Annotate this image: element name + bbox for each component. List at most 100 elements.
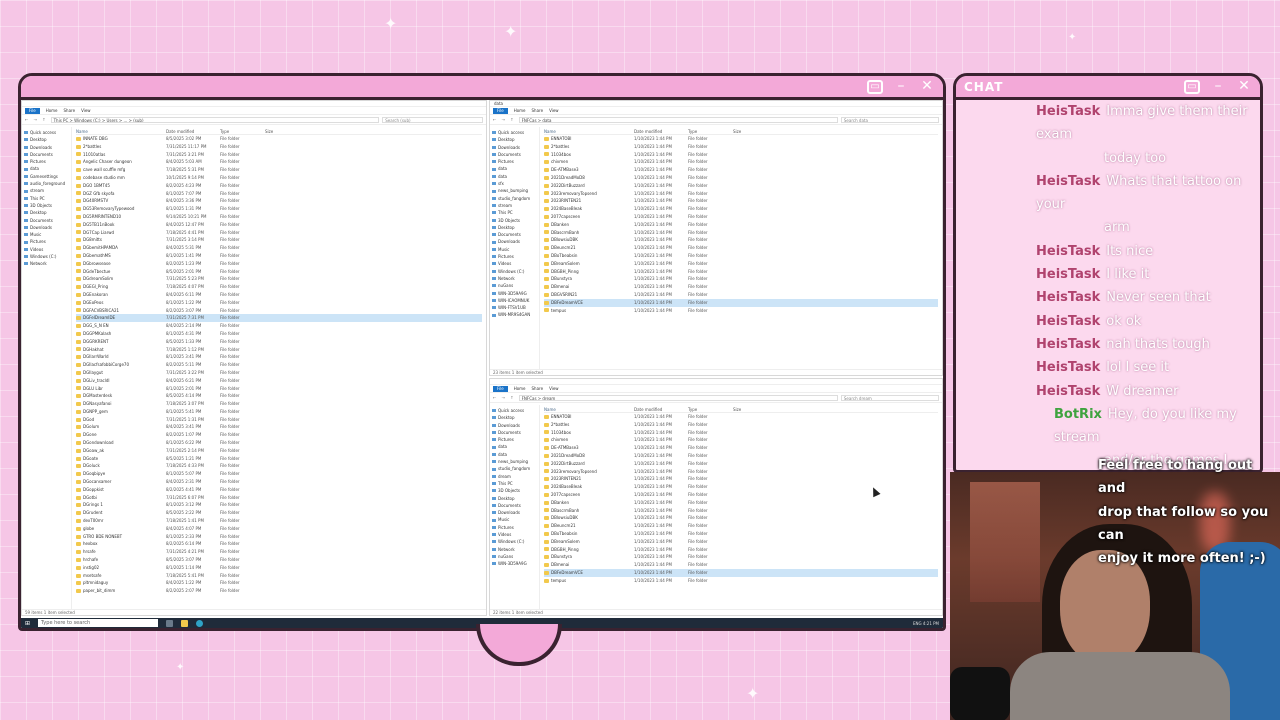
file-row[interactable]: DBoTbeabsin 1/10/2023 1:44 PM File folder (544, 252, 938, 260)
file-row[interactable]: DGrings 1 8/1/2025 3:12 PM File folder (76, 501, 482, 509)
nav-item[interactable]: Desktop (492, 495, 537, 502)
column-header[interactable]: Size (733, 406, 763, 412)
ribbon-tab-view[interactable]: View (549, 108, 559, 113)
nav-item[interactable]: 3D Objects (24, 202, 69, 209)
nav-item[interactable]: Network (492, 546, 537, 553)
file-row[interactable]: paper_bit_dimm 8/2/2025 2:07 PM File folde… (76, 587, 482, 595)
column-header[interactable]: Type (220, 128, 265, 134)
file-row[interactable]: pltmnidaguy 8/4/2025 1:22 PM File folder (76, 579, 482, 587)
file-row[interactable]: DGrudent 8/5/2025 2:22 PM File folder (76, 509, 482, 517)
column-header[interactable]: Date modified (634, 128, 688, 134)
nav-item[interactable]: Downloads (492, 509, 537, 516)
file-row[interactable]: DGEGl_Pring 7/18/2025 4:07 PM File folder (76, 283, 482, 291)
nav-arrows-icon[interactable]: ← → ↑ (493, 117, 516, 122)
file-row[interactable]: instig02 8/1/2025 1:14 PM File folder (76, 564, 482, 572)
nav-item[interactable]: stream (24, 187, 69, 194)
file-row[interactable]: globe 8/4/2025 4:07 PM File folder (76, 525, 482, 533)
file-row[interactable]: dexT00mr 7/18/2025 1:41 PM File folder (76, 517, 482, 525)
nav-item[interactable]: nuGans (492, 282, 537, 289)
browser-icon[interactable] (196, 619, 204, 627)
taskbar-search-input[interactable]: Type here to search (38, 619, 159, 627)
file-row[interactable]: DGG_S_N EN 8/4/2025 2:14 PM File folder (76, 322, 482, 330)
nav-item[interactable]: Documents (492, 231, 537, 238)
file-row[interactable]: DBmenai 1/10/2023 1:44 PM File folder (544, 283, 938, 291)
start-icon[interactable]: ⊞ (25, 620, 30, 627)
file-row[interactable]: DGEoPeos 8/1/2025 1:22 PM File folder (76, 299, 482, 307)
file-row[interactable]: DGEnakoran 8/4/2025 6:11 PM File folder (76, 291, 482, 299)
nav-item[interactable]: This PC (24, 195, 69, 202)
nav-item[interactable]: Desktop (24, 136, 69, 143)
ribbon-tab-file[interactable]: File (493, 107, 508, 114)
nav-item[interactable]: Documents (24, 151, 69, 158)
file-row[interactable]: DGoppkist 8/2/2025 4:41 PM File folder (76, 486, 482, 494)
nav-item[interactable]: WIN-3D59A9G (492, 560, 537, 567)
file-row[interactable]: DGoaw_ak 7/31/2025 2:14 PM File folder (76, 447, 482, 455)
file-row[interactable]: DBFeDreamVCE 1/10/2023 1:44 PM File folder (544, 568, 938, 577)
file-row[interactable]: DBFeDreamVCE 1/10/2023 1:44 PM File folder (544, 298, 938, 307)
file-row[interactable]: DBoTbeabsin 1/10/2023 1:44 PM File folder (544, 530, 938, 538)
file-row[interactable]: 2023RINTEN21 1/10/2023 1:44 PM File folder (544, 197, 938, 205)
file-row[interactable]: ENNATOBI 1/10/2023 1:44 PM File folder (544, 413, 938, 421)
file-row[interactable]: DBeuncm21 1/10/2023 1:44 PM File folder (544, 244, 938, 252)
file-row[interactable]: DGIlarrWarld 8/1/2025 3:41 PM File folder (76, 353, 482, 361)
file-row[interactable]: DGoate 8/5/2025 1:21 PM File folder (76, 455, 482, 463)
file-row[interactable]: 2*battles 1/10/2023 1:44 PM File folder (544, 143, 938, 151)
file-row[interactable]: ENNATOBI 1/10/2023 1:44 PM File folder (544, 135, 938, 143)
file-row[interactable]: DE-ATMBase3 1/10/2023 1:44 PM File folder (544, 166, 938, 174)
file-row[interactable]: DGMasterdesk 8/5/2025 4:14 PM File folder (76, 392, 482, 400)
file-row[interactable]: DGone 8/2/2025 1:07 PM File folder (76, 431, 482, 439)
file-row[interactable]: DGLiv_tracldl 8/4/2025 6:21 PM File folder (76, 377, 482, 385)
path-field[interactable]: FNFCas > data (518, 116, 838, 123)
nav-item[interactable]: Quick access (492, 129, 537, 136)
file-row[interactable]: DG5TB11nBook 8/4/2025 12:47 PM File folder (76, 221, 482, 229)
ribbon-tab-share[interactable]: Share (532, 386, 544, 391)
ribbon-tab-share[interactable]: Share (532, 108, 544, 113)
file-row[interactable]: DBunstyra 1/10/2023 1:44 PM File folder (544, 553, 938, 561)
file-explorer-icon[interactable] (181, 619, 189, 627)
file-row[interactable]: DGO 1BMT45 8/2/2025 4:23 PM File folder (76, 182, 482, 190)
nav-item[interactable]: Windows (C:) (492, 268, 537, 275)
file-row[interactable]: 11034box 1/10/2023 1:44 PM File folder (544, 429, 938, 437)
nav-item[interactable]: data (492, 165, 537, 172)
nav-item[interactable]: audio_foreground (24, 180, 69, 187)
file-row[interactable]: DGolum 8/4/2025 3:41 PM File folder (76, 423, 482, 431)
ribbon-tab-file[interactable]: File (25, 107, 40, 114)
file-row[interactable]: codebase studio mm 10/1/2025 9:14 PM File … (76, 174, 482, 182)
nav-item[interactable]: nuGans (492, 553, 537, 560)
nav-item[interactable]: Videos (492, 260, 537, 267)
column-header[interactable]: Date modified (166, 128, 220, 134)
file-row[interactable]: hrchafe 8/5/2025 3:07 PM File folder (76, 556, 482, 564)
search-input[interactable]: Search dream (840, 394, 939, 401)
file-row[interactable]: DGbrowsease 8/2/2025 1:23 PM File folder (76, 260, 482, 268)
nav-item[interactable]: Windows (C:) (492, 538, 537, 545)
file-row[interactable]: 2021DreadMoD8 1/10/2023 1:44 PM File folde… (544, 452, 938, 460)
nav-item[interactable]: Music (492, 246, 537, 253)
ribbon-tab-view[interactable]: View (81, 108, 91, 113)
file-row[interactable]: 2077capsceen 1/10/2023 1:44 PM File folder (544, 213, 938, 221)
search-input[interactable]: Search (sub) (382, 116, 483, 123)
nav-item[interactable]: dream (492, 473, 537, 480)
ribbon-tab-file[interactable]: File (493, 385, 508, 392)
file-row[interactable]: DGGRKRENT 8/5/2025 1:33 PM File folder (76, 338, 482, 346)
file-row[interactable]: DBGBH_Pinng 1/10/2023 1:44 PM File folder (544, 268, 938, 276)
file-row[interactable]: DGoqbipye 8/1/2025 5:07 PM File folder (76, 470, 482, 478)
nav-item[interactable]: Network (492, 275, 537, 282)
nav-item[interactable]: Pictures (492, 253, 537, 260)
file-row[interactable]: DBGVSRIN21 1/10/2023 1:44 PM File folder (544, 291, 938, 299)
file-row[interactable]: DG40RMSTV 8/4/2025 3:36 PM File folder (76, 197, 482, 205)
column-header[interactable]: Size (733, 128, 763, 134)
file-row[interactable]: DBlowsiuDBK 1/10/2023 1:44 PM File folder (544, 236, 938, 244)
column-header[interactable]: Type (688, 128, 733, 134)
file-row[interactable]: DGoluck 7/18/2025 4:33 PM File folder (76, 462, 482, 470)
column-header[interactable]: Size (265, 128, 295, 134)
nav-item[interactable]: Desktop (492, 224, 537, 231)
file-row[interactable]: DGNasyafanoi 7/18/2025 3:07 PM File folder (76, 400, 482, 408)
file-row[interactable]: DGondownload 8/1/2025 6:22 PM File folder (76, 439, 482, 447)
nav-item[interactable]: Documents (492, 502, 537, 509)
nav-item[interactable]: Windows (C:) (24, 253, 69, 260)
column-header[interactable]: Date modified (634, 406, 688, 412)
nav-item[interactable]: Desktop (492, 136, 537, 143)
nav-item[interactable]: Pictures (492, 524, 537, 531)
file-row[interactable]: hexbox 8/2/2025 6:14 PM File folder (76, 540, 482, 548)
file-row[interactable]: 2022DirtBuzzard 1/10/2023 1:44 PM File fol… (544, 460, 938, 468)
